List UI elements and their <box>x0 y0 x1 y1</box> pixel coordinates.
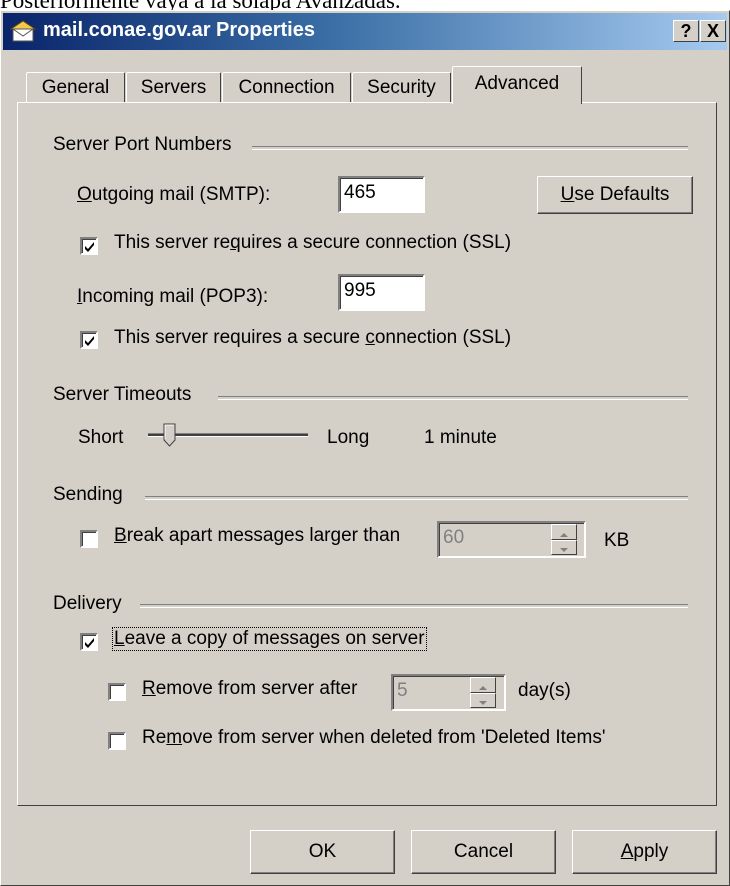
break-apart-label[interactable]: Break apart messages larger than <box>114 525 400 547</box>
use-defaults-button[interactable]: Use Defaults <box>537 176 693 214</box>
pop3-label: Incoming mail (POP3): <box>77 286 269 307</box>
ssl-pop3-checkbox[interactable] <box>80 331 98 349</box>
break-size-spinner[interactable] <box>551 524 577 555</box>
break-apart-checkbox[interactable] <box>80 530 98 548</box>
window-title: mail.conae.gov.ar Properties <box>43 19 315 41</box>
group-label-sending: Sending <box>53 484 123 505</box>
ssl-smtp-label[interactable]: This server requires a secure connection… <box>114 232 511 254</box>
timeout-slider[interactable] <box>148 423 308 449</box>
group-label-server-ports: Server Port Numbers <box>53 134 232 155</box>
group-divider <box>145 496 688 500</box>
arrow-down-icon <box>560 547 568 552</box>
group-divider <box>140 604 688 608</box>
remove-days-spinner[interactable] <box>470 677 496 708</box>
remove-after-label[interactable]: Remove from server after <box>142 678 357 700</box>
group-label-server-timeouts: Server Timeouts <box>53 384 192 405</box>
title-bar[interactable]: mail.conae.gov.ar Properties ? X <box>3 13 727 50</box>
checkmark-icon <box>85 242 94 252</box>
apply-button[interactable]: Apply <box>572 830 717 874</box>
spin-down-button[interactable] <box>551 539 577 555</box>
timeout-short-label: Short <box>78 427 124 448</box>
smtp-port-input[interactable]: 465 <box>338 176 425 213</box>
checkmark-icon <box>85 336 94 346</box>
remove-after-checkbox[interactable] <box>108 683 126 701</box>
remove-days-unit: day(s) <box>518 680 571 701</box>
ssl-pop3-label[interactable]: This server requires a secure connection… <box>114 327 511 349</box>
group-label-delivery: Delivery <box>53 593 122 614</box>
tab-advanced[interactable]: Advanced <box>452 66 582 104</box>
remove-deleted-checkbox[interactable] <box>108 732 126 750</box>
checkmark-icon <box>85 638 94 648</box>
leave-copy-label[interactable]: Leave a copy of messages on server <box>112 627 427 651</box>
spin-down-button[interactable] <box>470 692 496 708</box>
leave-copy-checkbox[interactable] <box>80 633 98 651</box>
ok-button[interactable]: OK <box>250 830 395 874</box>
cancel-button[interactable]: Cancel <box>411 830 556 874</box>
timeout-value: 1 minute <box>424 427 497 448</box>
break-size-unit: KB <box>604 530 630 551</box>
group-divider <box>252 146 688 150</box>
help-button[interactable]: ? <box>673 20 699 42</box>
tab-general[interactable]: General <box>26 72 125 103</box>
tab-servers[interactable]: Servers <box>126 72 221 103</box>
timeout-long-label: Long <box>327 427 370 448</box>
group-divider <box>218 396 688 400</box>
slider-thumb-icon[interactable] <box>163 423 177 447</box>
spin-up-button[interactable] <box>470 677 496 693</box>
pop3-port-input[interactable]: 995 <box>338 274 425 311</box>
spin-up-button[interactable] <box>551 524 577 540</box>
mail-account-icon <box>9 20 37 42</box>
tab-security[interactable]: Security <box>352 72 451 103</box>
arrow-down-icon <box>479 700 487 705</box>
close-button[interactable]: X <box>700 20 726 42</box>
ssl-smtp-checkbox[interactable] <box>80 237 98 255</box>
tab-connection[interactable]: Connection <box>222 72 351 103</box>
remove-deleted-label[interactable]: Remove from server when deleted from 'De… <box>142 727 605 749</box>
smtp-label: Outgoing mail (SMTP): <box>77 184 271 205</box>
